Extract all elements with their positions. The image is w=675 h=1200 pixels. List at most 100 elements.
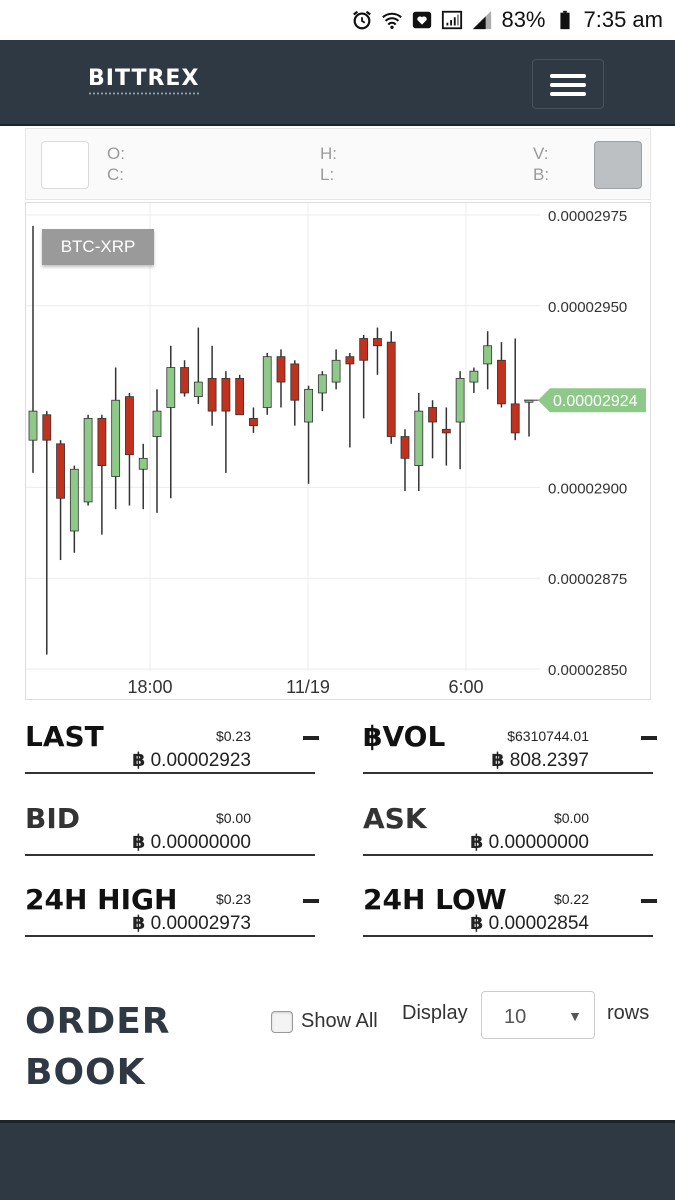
rows-select-value: 10 xyxy=(504,1006,527,1028)
collapse-dash-icon[interactable] xyxy=(641,736,657,740)
candle-body xyxy=(276,356,286,383)
candle-body xyxy=(455,378,465,423)
hamburger-icon-bar xyxy=(550,92,586,96)
candle-body xyxy=(290,363,300,401)
stat-btc-value: 0.00000000 xyxy=(150,832,251,853)
candle-body xyxy=(56,443,65,499)
candle-body xyxy=(400,436,410,459)
stat-btc: ฿ 0.00002923 xyxy=(132,749,251,772)
alarm-icon xyxy=(351,9,373,31)
candle-body xyxy=(69,468,79,532)
collapse-dash-icon[interactable] xyxy=(303,736,319,740)
show-all-checkbox[interactable] xyxy=(271,1010,293,1033)
candle-body xyxy=(386,341,396,437)
stat-name: BID xyxy=(25,802,81,835)
bitcoin-icon: ฿ xyxy=(132,749,146,771)
rows-label: rows xyxy=(607,1002,650,1024)
candle-body xyxy=(83,417,93,503)
bitcoin-icon: ฿ xyxy=(132,912,146,934)
candle-body xyxy=(249,417,258,427)
collapse-dash-icon[interactable] xyxy=(641,899,657,903)
y-tick-label: 0.00002950 xyxy=(548,299,627,316)
base-label: B: xyxy=(533,165,550,184)
x-tick-label: 6:00 xyxy=(448,677,483,697)
candle-body xyxy=(331,359,341,383)
dropdown-arrow-icon: ▼ xyxy=(568,1008,582,1024)
stat-usd: $0.00 xyxy=(553,810,589,826)
stat-btc-value: 0.00002854 xyxy=(488,913,589,934)
bitcoin-icon: ฿ xyxy=(470,912,484,934)
candle-body xyxy=(166,367,176,408)
order-book-title-line2: BOOK xyxy=(25,1052,146,1093)
hamburger-menu-button[interactable] xyxy=(532,59,604,109)
volume-label: V: xyxy=(533,144,549,163)
candle-body xyxy=(97,417,107,467)
candle-body xyxy=(180,367,189,394)
bittrex-logo[interactable]: BITTREX xyxy=(88,66,199,91)
stat-btc: ฿ 808.2397 xyxy=(491,749,589,772)
stat-usd: $6310744.01 xyxy=(507,728,589,744)
stat-btc: ฿ 0.00002854 xyxy=(470,912,589,935)
candlestick-chart[interactable]: 0.00002975 0.00002950 0.00002900 0.00002875… xyxy=(26,203,652,701)
status-bar: 83% 7:35 am xyxy=(0,0,675,40)
candle-body xyxy=(28,410,38,441)
show-all-toggle[interactable]: Show All xyxy=(271,1010,378,1033)
hamburger-icon xyxy=(550,74,586,78)
candle-body xyxy=(428,407,437,423)
stat-btc-value: 0.00000000 xyxy=(488,832,589,853)
stat-usd: $0.00 xyxy=(215,810,251,826)
ohlc-panel: O: C: H: L: V: B: xyxy=(25,128,651,200)
close-label: C: xyxy=(107,165,124,184)
low-label: L: xyxy=(320,165,335,184)
candle-body xyxy=(510,403,520,434)
pair-badge: BTC-XRP xyxy=(42,229,154,265)
stat-name: ASK xyxy=(363,802,427,835)
battery-percent: 83% xyxy=(501,7,546,32)
candle-body xyxy=(111,399,121,477)
candle-body xyxy=(125,396,134,456)
bitcoin-icon: ฿ xyxy=(470,831,484,853)
app-header: BITTREX xyxy=(0,40,675,126)
signal-strength-icon xyxy=(471,9,493,31)
rows-per-page-select[interactable]: 10 ▼ xyxy=(481,991,595,1039)
y-tick-label: 0.00002875 xyxy=(548,571,627,588)
price-chart[interactable]: 0.00002975 0.00002950 0.00002900 0.00002875… xyxy=(25,202,651,700)
show-all-label: Show All xyxy=(301,1010,378,1032)
stat-usd: $0.22 xyxy=(553,891,589,907)
stat-btc-value: 0.00002973 xyxy=(150,913,251,934)
app-footer xyxy=(0,1120,675,1200)
bitcoin-icon: ฿ xyxy=(491,749,505,771)
ohlc-color-box-right[interactable] xyxy=(594,141,642,189)
x-tick-label: 18:00 xyxy=(127,677,172,697)
candle-body xyxy=(317,374,327,394)
open-label: O: xyxy=(107,144,125,163)
signal-icon xyxy=(441,9,463,31)
candle-body xyxy=(359,338,369,361)
candle-body xyxy=(345,356,355,365)
stat-24h-low: 24H LOW $0.22 ฿ 0.00002854 xyxy=(363,877,657,937)
candle-body xyxy=(221,378,231,412)
stat-btc-value: 0.00002923 xyxy=(150,750,251,771)
candle-body xyxy=(373,338,382,347)
stat-name: LAST xyxy=(25,720,104,753)
stat-bid: BID $0.00 ฿ 0.00000000 xyxy=(25,796,315,856)
order-book-title-line1: ORDER xyxy=(25,1001,171,1042)
y-tick-label: 0.00002900 xyxy=(548,480,627,497)
wifi-icon xyxy=(381,9,403,31)
order-book-title: ORDER BOOK xyxy=(25,996,171,1098)
stat-usd: $0.23 xyxy=(215,728,251,744)
stat-name: ฿VOL xyxy=(363,720,446,753)
ohlc-color-box-left[interactable] xyxy=(41,141,89,189)
stat-btc-value: 808.2397 xyxy=(509,750,589,771)
stat-btc: ฿ 0.00000000 xyxy=(132,831,251,854)
collapse-dash-icon[interactable] xyxy=(303,899,319,903)
candle-body xyxy=(414,410,424,467)
stat-btc: ฿ 0.00002973 xyxy=(132,912,251,935)
current-price-label: 0.00002924 xyxy=(553,393,638,410)
stat-24h-high: 24H HIGH $0.23 ฿ 0.00002973 xyxy=(25,877,319,937)
x-tick-label: 11/19 xyxy=(286,677,330,697)
candle-body xyxy=(304,388,313,423)
candle-body xyxy=(441,428,451,434)
stat-ask: ASK $0.00 ฿ 0.00000000 xyxy=(363,796,653,856)
hamburger-icon-bar xyxy=(550,83,586,87)
